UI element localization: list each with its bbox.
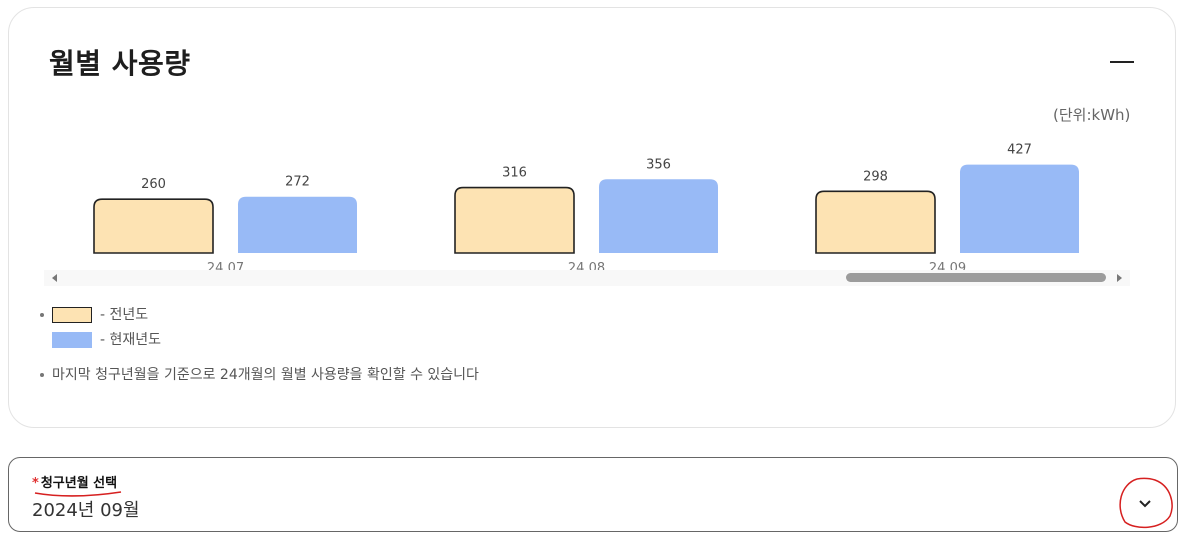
data-label: 316 xyxy=(502,166,527,181)
bullet-icon xyxy=(40,313,44,317)
minus-icon[interactable] xyxy=(1107,52,1137,72)
panel-title: 월별 사용량 xyxy=(49,47,191,80)
bar-previous-year xyxy=(93,198,214,254)
bar-previous-year xyxy=(454,186,575,254)
scroll-thumb[interactable] xyxy=(846,273,1106,282)
select-label: * 청구년월 선택 xyxy=(32,472,117,491)
data-label: 427 xyxy=(1007,143,1032,158)
scroll-right-arrow-icon[interactable] xyxy=(1117,274,1122,282)
data-label: 260 xyxy=(141,177,166,192)
data-label: 298 xyxy=(863,169,888,184)
bullet-icon xyxy=(40,373,44,377)
scroll-left-arrow-icon[interactable] xyxy=(52,274,57,282)
unit-label: (단위:kWh) xyxy=(1053,106,1131,124)
bar-current-year xyxy=(960,164,1079,253)
usage-bar-chart: 260 27224.0731635624.0829842724.09 xyxy=(93,143,1079,276)
note-text: 마지막 청구년월을 기준으로 24개월의 월별 사용량을 확인할 수 있습니다 xyxy=(52,367,479,383)
bar-previous-year xyxy=(815,190,936,254)
data-label: 272 xyxy=(285,175,310,190)
legend-swatch-previous xyxy=(52,307,92,323)
required-mark: * xyxy=(32,476,39,491)
legend-label: - 전년도 xyxy=(100,307,149,323)
chart-scrollbar[interactable] xyxy=(44,270,1130,286)
legend-swatch-current xyxy=(52,332,92,348)
legend-label: - 현재년도 xyxy=(100,332,162,348)
bar-current-year xyxy=(599,179,718,253)
chevron-down-icon[interactable] xyxy=(1137,498,1153,510)
data-label: 356 xyxy=(646,157,671,172)
bar-current-year xyxy=(238,196,357,253)
selected-month-value: 2024년 09월 xyxy=(32,500,140,521)
billing-month-select[interactable]: * 청구년월 선택 2024년 09월 xyxy=(8,457,1178,532)
select-label-text: 청구년월 선택 xyxy=(40,476,118,491)
